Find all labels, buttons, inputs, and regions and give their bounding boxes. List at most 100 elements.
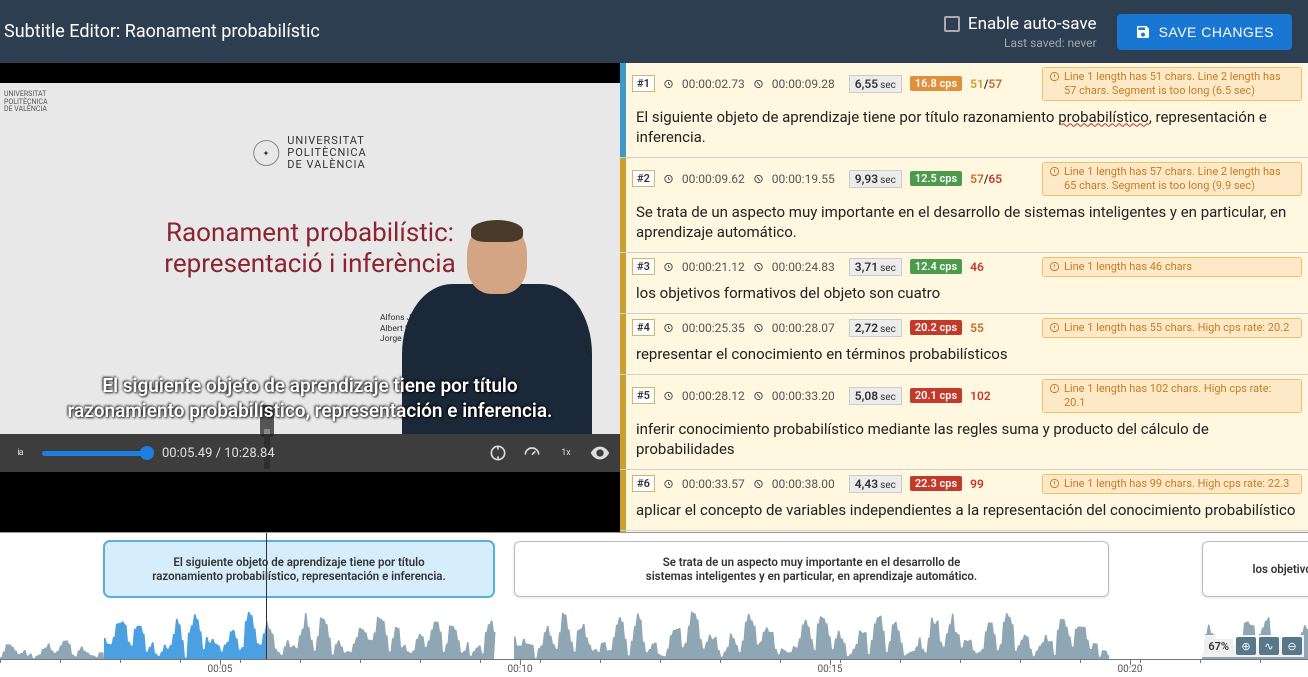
segment-row[interactable]: #4 00:00:25.35 00:00:28.07 2,72sec 20.2 … [620,314,1308,375]
visibility-icon[interactable] [588,441,612,465]
char-count: 99 [970,477,984,491]
segment-warning: Line 1 length has 57 chars. Line 2 lengt… [1042,162,1302,196]
segment-text[interactable]: Se trata de un aspecto muy importante en… [626,200,1308,253]
timeline-segment-3[interactable]: los objetivos forma [1202,541,1308,597]
save-button-label: SAVE CHANGES [1159,24,1274,40]
end-time: 00:00:09.28 [772,77,835,91]
clock-end-icon [753,78,764,89]
cps-badge: 16.8 cps [910,76,962,91]
segment-text[interactable]: aplicar el concepto de variables indepen… [626,498,1308,530]
last-saved-text: Last saved: never [1004,36,1097,50]
timeline-ruler: 00:0500:1000:1500:20 [0,659,1308,677]
corner-brand: UNIVERSITAT POLITÈCNICA DE VALÈNCIA [0,89,52,116]
header-actions: Enable auto-save Last saved: never SAVE … [944,14,1292,50]
video-frame[interactable]: UNIVERSITAT POLITÈCNICA DE VALÈNCIA ✦ UN… [0,83,620,472]
start-time: 00:00:33.57 [682,477,745,491]
warning-icon [1049,383,1060,394]
char-count: 57/65 [970,172,1002,186]
clock-start-icon [663,322,674,333]
timeline-segment-1[interactable]: El siguiente objeto de aprendizaje tiene… [104,541,494,597]
university-logo: ✦ UNIVERSITAT POLITÈCNICA DE VALÈNCIA [253,135,366,171]
end-time: 00:00:19.55 [772,172,835,186]
zoom-out-button[interactable]: ⊖ [1282,637,1302,655]
timeline-segment-2[interactable]: Se trata de un aspecto muy importante en… [514,541,1109,597]
segment-row[interactable]: #2 00:00:09.62 00:00:19.55 9,93sec 12.5 … [620,158,1308,253]
segment-row[interactable]: #3 00:00:21.12 00:00:24.83 3,71sec 12.4 … [620,253,1308,314]
zoom-in-button[interactable]: ⊕ [1236,637,1256,655]
cps-badge: 20.2 cps [910,320,962,335]
segment-row[interactable]: #6 00:00:33.57 00:00:38.00 4,43sec 22.3 … [620,470,1308,531]
duration-badge: 4,43sec [849,475,902,493]
save-button[interactable]: SAVE CHANGES [1117,14,1292,50]
segment-text[interactable]: inferir conocimiento probabilístico medi… [626,417,1308,470]
warning-icon [1049,71,1060,82]
zoom-value: 67% [1204,639,1233,654]
clock-start-icon [663,478,674,489]
timeline-segments: El siguiente objeto de aprendizaje tiene… [0,541,1308,599]
timeline-tools: 67% ⊕ ∿ ⊖ [1202,635,1304,657]
autosave-toggle[interactable]: Enable auto-save [944,14,1097,34]
duration-badge: 2,72sec [849,319,902,337]
segment-id: #3 [632,258,655,275]
end-time: 00:00:33.20 [772,389,835,403]
duration-badge: 5,08sec [849,387,902,405]
speed-icon[interactable] [520,441,544,465]
play-button[interactable]: ia [8,441,32,465]
timeline[interactable]: El siguiente objeto de aprendizaje tiene… [0,532,1308,677]
cps-badge: 12.4 cps [910,259,962,274]
waveform[interactable] [0,601,1308,659]
checkbox-icon[interactable] [944,16,960,32]
char-count: 55 [970,321,984,335]
clock-end-icon [753,322,764,333]
duration-badge: 9,93sec [849,170,902,188]
end-time: 00:00:38.00 [772,477,835,491]
video-controls: ia 00:05.49 / 10:28.84 1x [0,434,620,472]
cps-badge: 20.1 cps [910,388,962,403]
autosave-block: Enable auto-save Last saved: never [944,14,1097,50]
end-time: 00:00:28.07 [772,321,835,335]
segment-text[interactable]: El siguiente objeto de aprendizaje tiene… [626,105,1308,158]
clock-end-icon [753,478,764,489]
start-time: 00:00:02.73 [682,77,745,91]
page-title: Subtitle Editor: Raonament probabilístic [0,21,320,42]
waveform-toggle-button[interactable]: ∿ [1259,637,1279,655]
start-time: 00:00:21.12 [682,260,745,274]
progress-slider[interactable] [42,451,152,456]
segment-text[interactable]: representar el conocimiento en términos … [626,342,1308,374]
warning-icon [1049,478,1060,489]
cps-badge: 22.3 cps [910,476,962,491]
segment-id: #5 [632,387,655,404]
speed-value[interactable]: 1x [554,441,578,465]
duration-badge: 3,71sec [849,258,902,276]
ruler-tick-label: 00:10 [508,664,533,675]
segment-id: #4 [632,319,655,336]
segment-text[interactable]: los objetivos formativos del objeto son … [626,281,1308,313]
autosave-label: Enable auto-save [968,14,1097,34]
segment-id: #6 [632,475,655,492]
warning-icon [1049,322,1060,333]
segment-warning: Line 1 length has 102 chars. High cps ra… [1042,379,1302,413]
captions-icon[interactable] [486,441,510,465]
time-display: 00:05.49 / 10:28.84 [162,446,275,461]
segment-row[interactable]: #1 00:00:02.73 00:00:09.28 6,55sec 16.8 … [620,63,1308,158]
segment-warning: Line 1 length has 99 chars. High cps rat… [1042,474,1302,494]
clock-end-icon [753,390,764,401]
segment-id: #1 [632,75,655,92]
ruler-tick-label: 00:05 [208,664,233,675]
warning-icon [1049,166,1060,177]
clock-start-icon [663,261,674,272]
segments-pane[interactable]: #1 00:00:02.73 00:00:09.28 6,55sec 16.8 … [620,63,1308,532]
clock-end-icon [753,173,764,184]
duration-badge: 6,55sec [849,75,902,93]
header: Subtitle Editor: Raonament probabilístic… [0,0,1308,63]
crest-icon: ✦ [253,140,279,166]
playhead[interactable] [266,533,267,659]
clock-start-icon [663,390,674,401]
segment-warning: Line 1 length has 55 chars. High cps rat… [1042,318,1302,338]
segment-id: #2 [632,170,655,187]
char-count: 102 [970,389,991,403]
video-pane: UNIVERSITAT POLITÈCNICA DE VALÈNCIA ✦ UN… [0,63,620,532]
clock-start-icon [663,78,674,89]
segment-row[interactable]: #5 00:00:28.12 00:00:33.20 5,08sec 20.1 … [620,375,1308,470]
start-time: 00:00:09.62 [682,172,745,186]
